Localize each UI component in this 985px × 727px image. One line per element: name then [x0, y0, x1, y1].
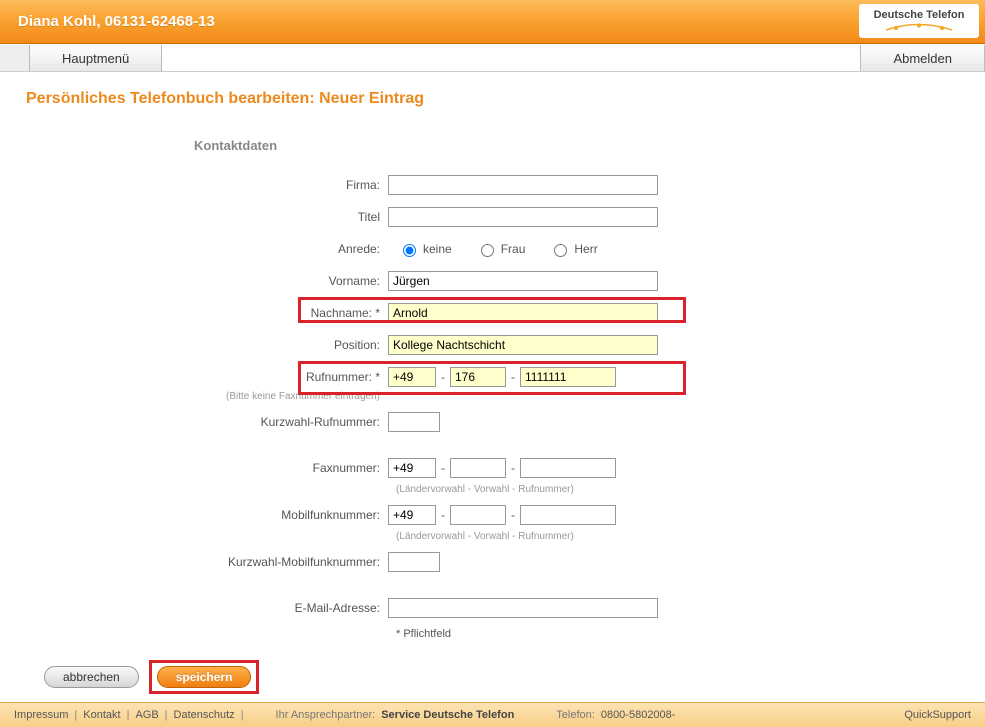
input-email[interactable] — [388, 598, 658, 618]
radio-anrede-frau[interactable]: Frau — [476, 241, 526, 257]
footer-phone-value: 0800-5802008- — [601, 709, 676, 721]
header-bar: Diana Kohl, 06131-62468-13 Deutsche Tele… — [0, 0, 985, 44]
highlight-box-speichern: speichern — [149, 660, 260, 694]
brand-swoosh-icon — [884, 23, 954, 33]
label-firma: Firma: — [26, 178, 388, 192]
dash-icon: - — [511, 508, 515, 522]
label-anrede: Anrede: — [26, 242, 388, 256]
button-bar: abbrechen speichern — [0, 656, 985, 702]
radio-anrede-herr-label: Herr — [574, 242, 597, 256]
helper-mobil-hint: (Ländervorwahl - Vorwahl - Rufnummer) — [396, 531, 959, 542]
dash-icon: - — [511, 461, 515, 475]
input-position[interactable] — [388, 335, 658, 355]
page-title: Persönliches Telefonbuch bearbeiten: Neu… — [26, 90, 959, 108]
radio-anrede-frau-label: Frau — [501, 242, 526, 256]
input-firma[interactable] — [388, 175, 658, 195]
label-mobil: Mobilfunknummer: — [26, 508, 388, 522]
footer-link-agb[interactable]: AGB — [135, 709, 158, 721]
label-titel: Titel — [26, 210, 388, 224]
menu-abmelden[interactable]: Abmelden — [860, 45, 985, 71]
footer-bar: Impressum| Kontakt| AGB| Datenschutz| Ih… — [0, 702, 985, 727]
label-pflichtfeld: * Pflichtfeld — [396, 628, 959, 640]
footer-link-datenschutz[interactable]: Datenschutz — [174, 709, 235, 721]
cancel-button[interactable]: abbrechen — [44, 666, 139, 688]
input-fax-area[interactable] — [450, 458, 506, 478]
brand-logo: Deutsche Telefon — [859, 4, 979, 38]
label-kurzwahl-ruf: Kurzwahl-Rufnummer: — [26, 415, 388, 429]
menu-spacer-left — [0, 45, 30, 71]
footer-link-kontakt[interactable]: Kontakt — [83, 709, 120, 721]
footer-contact-value: Service Deutsche Telefon — [381, 709, 514, 721]
input-mobil-area[interactable] — [450, 505, 506, 525]
menu-hauptmenu[interactable]: Hauptmenü — [30, 45, 162, 71]
helper-fax-hint: (Ländervorwahl - Vorwahl - Rufnummer) — [396, 484, 959, 495]
label-kurzwahl-mobil: Kurzwahl-Mobilfunknummer: — [26, 555, 388, 569]
input-kurzwahl-mobil[interactable] — [388, 552, 440, 572]
radio-anrede-herr-input[interactable] — [554, 244, 567, 257]
footer-link-impressum[interactable]: Impressum — [14, 709, 68, 721]
label-email: E-Mail-Adresse: — [26, 601, 388, 615]
label-fax: Faxnummer: — [26, 461, 388, 475]
input-mobil-num[interactable] — [520, 505, 616, 525]
header-user-line: Diana Kohl, 06131-62468-13 — [18, 13, 215, 30]
radio-anrede-keine-label: keine — [423, 242, 452, 256]
input-kurzwahl-ruf[interactable] — [388, 412, 440, 432]
highlight-box-rufnummer — [298, 361, 686, 395]
menu-bar: Hauptmenü Abmelden — [0, 44, 985, 72]
input-fax-cc[interactable] — [388, 458, 436, 478]
input-vorname[interactable] — [388, 271, 658, 291]
label-vorname: Vorname: — [26, 274, 388, 288]
footer-link-quicksupport[interactable]: QuickSupport — [904, 709, 971, 721]
radio-anrede-frau-input[interactable] — [481, 244, 494, 257]
section-title: Kontaktdaten — [194, 138, 959, 153]
brand-logo-text: Deutsche Telefon — [874, 9, 965, 21]
input-mobil-cc[interactable] — [388, 505, 436, 525]
footer-phone-label: Telefon: — [556, 709, 595, 721]
label-position: Position: — [26, 338, 388, 352]
input-fax-num[interactable] — [520, 458, 616, 478]
radio-anrede-herr[interactable]: Herr — [549, 241, 597, 257]
dash-icon: - — [441, 508, 445, 522]
content-area: Persönliches Telefonbuch bearbeiten: Neu… — [0, 72, 985, 656]
highlight-box-nachname — [298, 297, 686, 323]
radio-anrede-keine[interactable]: keine — [398, 241, 452, 257]
radio-anrede-keine-input[interactable] — [403, 244, 416, 257]
dash-icon: - — [441, 461, 445, 475]
footer-contact-label: Ihr Ansprechpartner: — [276, 709, 376, 721]
input-titel[interactable] — [388, 207, 658, 227]
save-button[interactable]: speichern — [157, 666, 252, 688]
